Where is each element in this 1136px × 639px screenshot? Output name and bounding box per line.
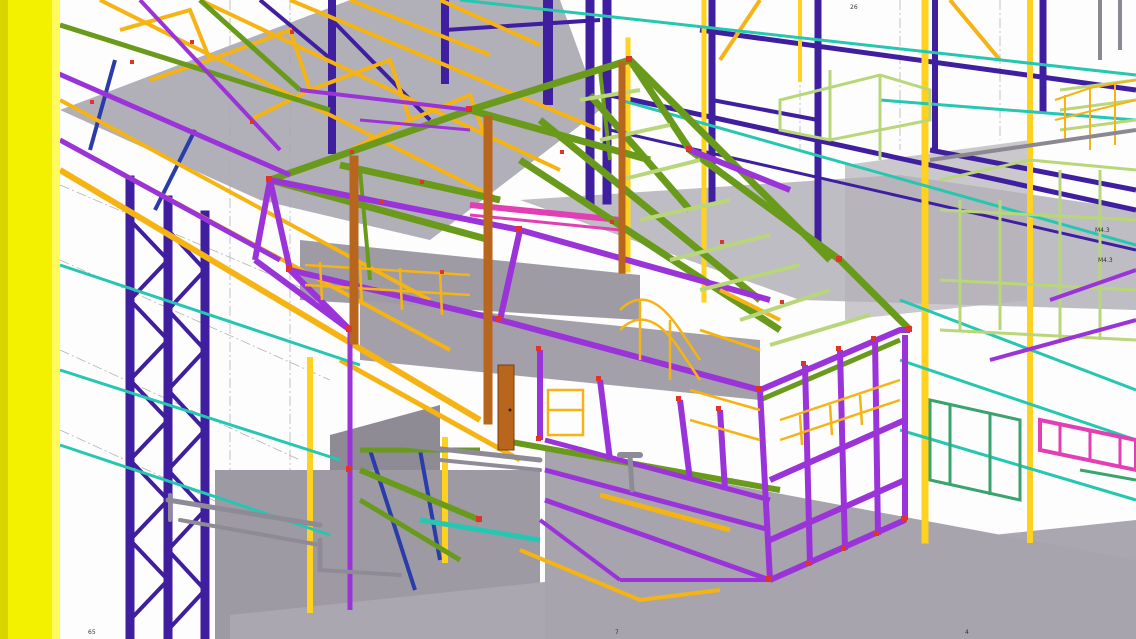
- grid-label: 7: [615, 629, 619, 636]
- grid-label: 4: [965, 629, 969, 636]
- structural-model-view[interactable]: 26 M4.3 M4.3 4 7 65: [0, 0, 1136, 639]
- grid-label: M4.3: [1095, 227, 1110, 234]
- model-viewport[interactable]: 26 M4.3 M4.3 4 7 65: [0, 0, 1136, 639]
- grid-label: 26: [850, 4, 858, 11]
- grid-label: M4.3: [1098, 257, 1113, 264]
- door: [497, 364, 515, 451]
- grid-label: 65: [88, 629, 96, 636]
- yellow-edge-column: [0, 0, 60, 639]
